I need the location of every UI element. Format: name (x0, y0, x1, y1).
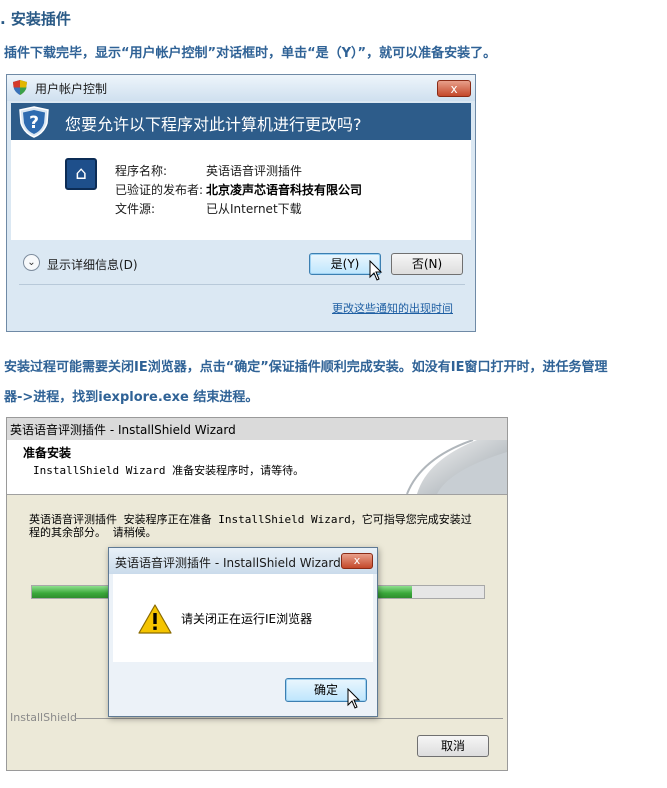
program-name-label: 程序名称: (115, 164, 168, 178)
mouse-cursor-icon (347, 688, 361, 709)
uac-dialog: 用户帐户控制 x ? 您要允许以下程序对此计算机进行更改吗? ⌂ 程序名称: 英… (6, 74, 476, 332)
brand-divider (75, 718, 503, 719)
publisher-value: 北京凌声芯语音科技有限公司 (206, 183, 363, 197)
uac-details-panel: ⌂ 程序名称: 英语语音评测插件 已验证的发布者: 北京凌声芯语音科技有限公司 … (11, 140, 471, 240)
chevron-down-icon[interactable]: ⌄ (23, 254, 40, 271)
svg-text:?: ? (29, 113, 39, 133)
installshield-step-subtitle: InstallShield Wizard 准备安装程序时，请等待。 (33, 464, 305, 477)
question-shield-icon: ? (19, 106, 49, 138)
uac-banner: ? 您要允许以下程序对此计算机进行更改吗? (11, 103, 471, 140)
message-title: 英语语音评测插件 - InstallShield Wizard (115, 556, 341, 570)
show-details-toggle[interactable]: 显示详细信息(D) (47, 256, 138, 273)
page-curl-graphic-icon (406, 440, 507, 494)
installshield-step-title: 准备安装 (23, 446, 72, 460)
warning-icon (138, 604, 172, 634)
section-heading: . 安装插件 (0, 10, 71, 28)
installshield-header: 准备安装 InstallShield Wizard 准备安装程序时，请等待。 (7, 440, 507, 495)
close-ie-instruction: 安装过程可能需要关闭IE浏览器，点击“确定”保证插件顺利完成安装。如没有IE窗口… (4, 360, 608, 375)
installshield-body-text: 英语语音评测插件 安装程序正在准备 InstallShield Wizard，它… (29, 513, 472, 539)
shield-icon (13, 80, 27, 95)
uac-titlebar: 用户帐户控制 x (7, 75, 475, 101)
installshield-title: 英语语音评测插件 - InstallShield Wizard (10, 423, 236, 437)
installshield-titlebar: 英语语音评测插件 - InstallShield Wizard (7, 418, 507, 440)
file-source-label: 文件源: (115, 202, 156, 216)
install-intro-text: 插件下载完毕，显示“用户帐户控制”对话框时，单击“是（Y）”，就可以准备安装了。 (4, 46, 497, 61)
divider (19, 284, 465, 285)
installshield-brand: InstallShield (10, 711, 77, 724)
program-name-value: 英语语音评测插件 (206, 164, 303, 178)
close-ie-message-box: 英语语音评测插件 - InstallShield Wizard x 请关闭正在运… (108, 547, 378, 717)
program-icon: ⌂ (65, 158, 97, 190)
uac-close-button[interactable]: x (437, 80, 471, 97)
message-titlebar: 英语语音评测插件 - InstallShield Wizard x (109, 548, 377, 574)
mouse-cursor-icon (369, 260, 383, 281)
message-close-button[interactable]: x (341, 553, 373, 569)
close-ie-instruction-cont: 器->进程，找到iexplore.exe 结束进程。 (4, 390, 259, 405)
no-button[interactable]: 否(N) (391, 253, 463, 275)
message-text: 请关闭正在运行IE浏览器 (181, 612, 313, 626)
publisher-label: 已验证的发布者: (115, 183, 204, 197)
message-body: 请关闭正在运行IE浏览器 (113, 574, 373, 662)
file-source-value: 已从Internet下载 (206, 202, 302, 216)
uac-title: 用户帐户控制 (35, 82, 108, 96)
uac-footer: ⌄ 显示详细信息(D) 是(Y) 否(N) 更改这些通知的出现时间 (11, 240, 471, 324)
change-notification-link[interactable]: 更改这些通知的出现时间 (332, 300, 453, 316)
cancel-button[interactable]: 取消 (417, 735, 489, 757)
uac-question: 您要允许以下程序对此计算机进行更改吗? (65, 115, 362, 134)
